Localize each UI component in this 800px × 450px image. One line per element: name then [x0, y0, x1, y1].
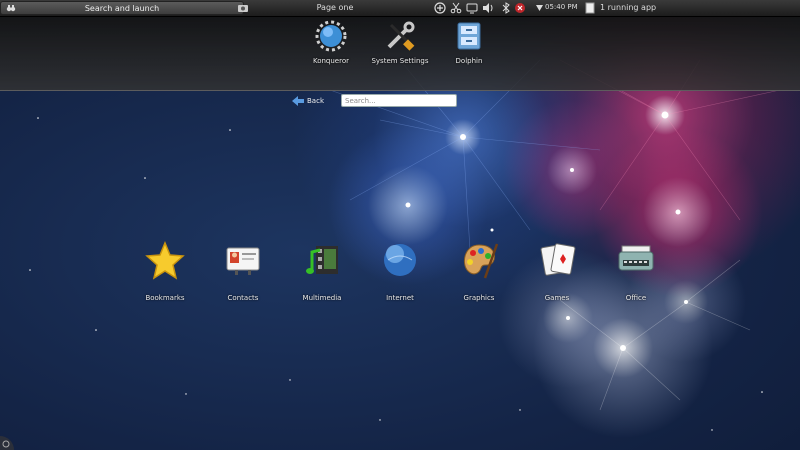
category-bookmarks[interactable]: Bookmarks	[130, 240, 200, 302]
back-label: Back	[307, 97, 324, 105]
cashew-icon[interactable]	[0, 432, 18, 450]
favorite-dolphin[interactable]: Dolphin	[439, 19, 499, 66]
konqueror-globe-icon	[315, 20, 347, 52]
clock[interactable]: 05:40 PM	[545, 3, 578, 11]
category-graphics[interactable]: Graphics	[444, 240, 514, 302]
favorite-system-settings[interactable]: System Settings	[370, 19, 430, 66]
notification-icon[interactable]	[514, 2, 526, 14]
network-icon[interactable]	[466, 2, 478, 14]
running-apps-indicator[interactable]: 1 running app	[600, 3, 656, 12]
tools-icon	[387, 21, 415, 51]
globe-icon	[384, 244, 416, 276]
favorites-strip: Konqueror System Settings Dolphin	[0, 17, 800, 91]
category-internet[interactable]: Internet	[365, 240, 435, 302]
playing-cards-icon	[540, 243, 576, 276]
search-and-launch-label: Search and launch	[84, 3, 160, 13]
category-label: Bookmarks	[145, 294, 185, 302]
contact-card-icon	[226, 247, 260, 275]
category-office[interactable]: Office	[601, 240, 671, 302]
volume-icon[interactable]	[482, 2, 494, 14]
palette-icon	[463, 243, 499, 279]
chevron-down-icon[interactable]	[536, 5, 543, 11]
top-panel: Search and launch Page one 05:40 PM 1 ru…	[0, 0, 800, 17]
typewriter-icon	[618, 245, 654, 271]
bluetooth-icon[interactable]	[500, 2, 512, 14]
category-label: Graphics	[463, 294, 495, 302]
scissors-icon[interactable]	[450, 2, 462, 14]
star-icon	[145, 241, 185, 280]
search-input[interactable]	[341, 94, 457, 107]
search-and-launch-button[interactable]: Search and launch	[0, 1, 244, 15]
favorite-label: Dolphin	[455, 57, 483, 65]
category-contacts[interactable]: Contacts	[208, 240, 278, 302]
monitor-icon[interactable]	[434, 2, 446, 14]
page-indicator[interactable]: Page one	[300, 3, 370, 12]
category-label: Internet	[386, 294, 414, 302]
file-cabinet-icon	[457, 22, 481, 50]
favorite-label: System Settings	[371, 57, 429, 65]
favorite-konqueror[interactable]: Konqueror	[301, 19, 361, 66]
back-button[interactable]: Back	[292, 95, 324, 107]
favorite-label: Konqueror	[312, 57, 350, 65]
camera-icon[interactable]	[237, 2, 249, 14]
category-games[interactable]: Games	[522, 240, 592, 302]
category-label: Contacts	[227, 294, 259, 302]
binoculars-icon	[6, 5, 16, 12]
category-label: Multimedia	[302, 294, 342, 302]
arrow-left-icon	[292, 96, 304, 106]
window-icon	[585, 2, 595, 14]
category-label: Games	[544, 294, 570, 302]
category-multimedia[interactable]: Multimedia	[287, 240, 357, 302]
multimedia-icon	[306, 246, 338, 274]
category-label: Office	[625, 294, 647, 302]
